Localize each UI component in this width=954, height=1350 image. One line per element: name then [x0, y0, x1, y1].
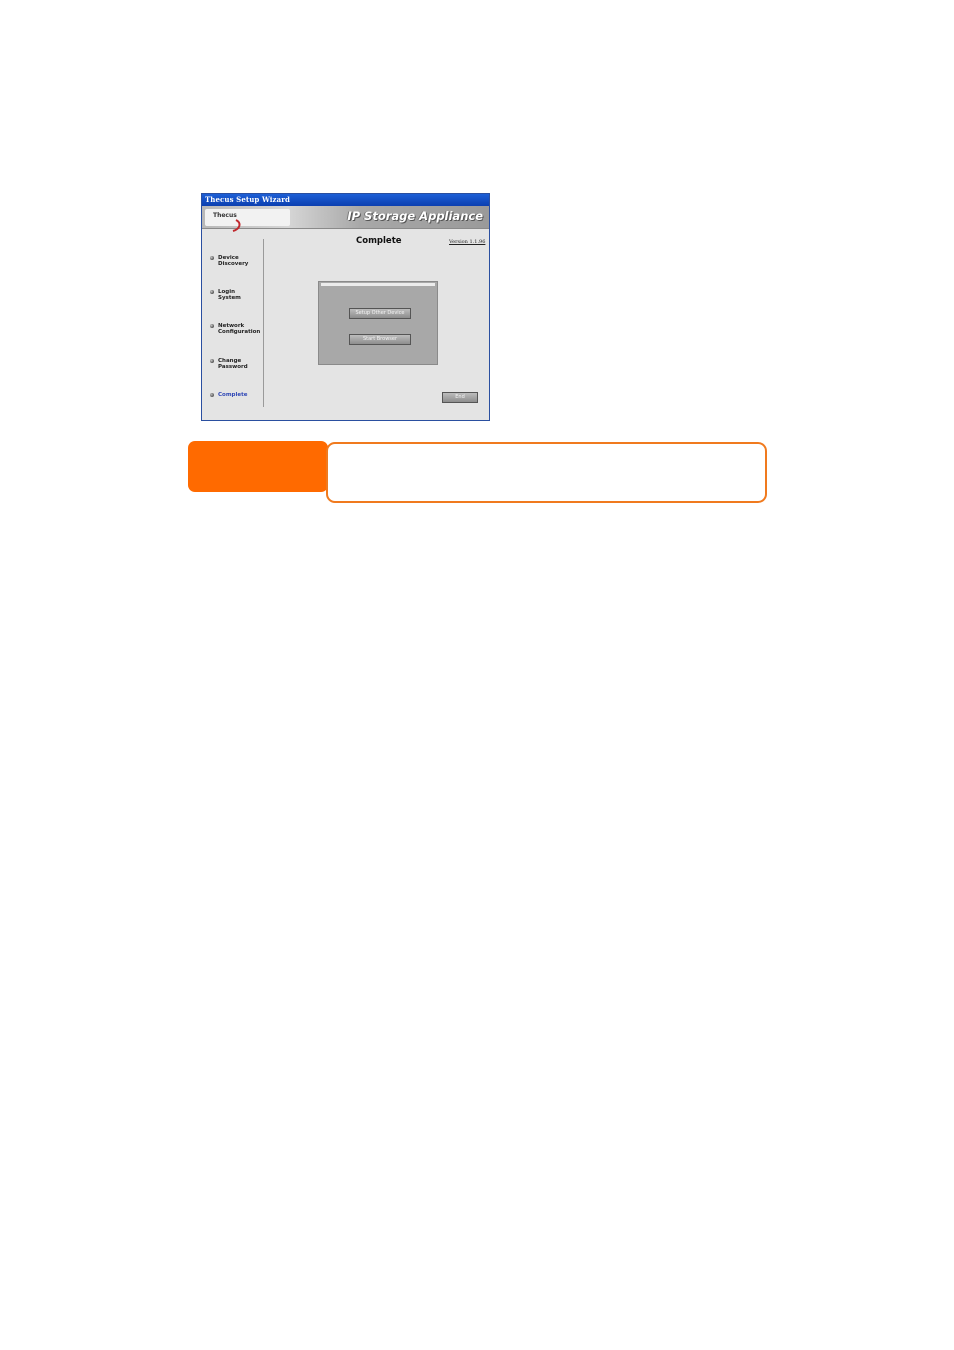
sidebar-item-label: Complete — [218, 392, 248, 398]
wizard-steps-sidebar: Device Discovery Login System Network Co… — [202, 229, 264, 420]
bullet-icon — [210, 324, 214, 328]
brand-logo-text: Thecus — [213, 212, 237, 219]
setup-wizard-window: Thecus Setup Wizard Thecus IP Storage Ap… — [201, 193, 490, 421]
sidebar-divider — [263, 239, 264, 407]
product-title: IP Storage Appliance — [347, 209, 483, 223]
bullet-icon — [210, 359, 214, 363]
action-panel: Setup Other Device Start Browser — [318, 281, 438, 365]
setup-other-device-button[interactable]: Setup Other Device — [349, 308, 411, 319]
panel-highlight — [321, 283, 435, 286]
sidebar-item-label: Change Password — [218, 358, 248, 370]
bullet-icon — [210, 393, 214, 397]
sidebar-item-label: Login System — [218, 289, 241, 301]
sidebar-item-label: Device Discovery — [218, 255, 249, 267]
window-title: Thecus Setup Wizard — [205, 195, 291, 204]
bullet-icon — [210, 290, 214, 294]
start-browser-button[interactable]: Start Browser — [349, 334, 411, 345]
end-button[interactable]: End — [442, 392, 478, 403]
bullet-icon — [210, 256, 214, 260]
page-title: Complete — [356, 236, 402, 246]
version-link[interactable]: Version 1.1.96 — [449, 239, 485, 245]
note-label-tab — [188, 441, 328, 492]
note-box — [326, 442, 767, 503]
title-bar: Thecus Setup Wizard — [202, 194, 489, 206]
sidebar-item-label: Network Configuration — [218, 323, 261, 335]
